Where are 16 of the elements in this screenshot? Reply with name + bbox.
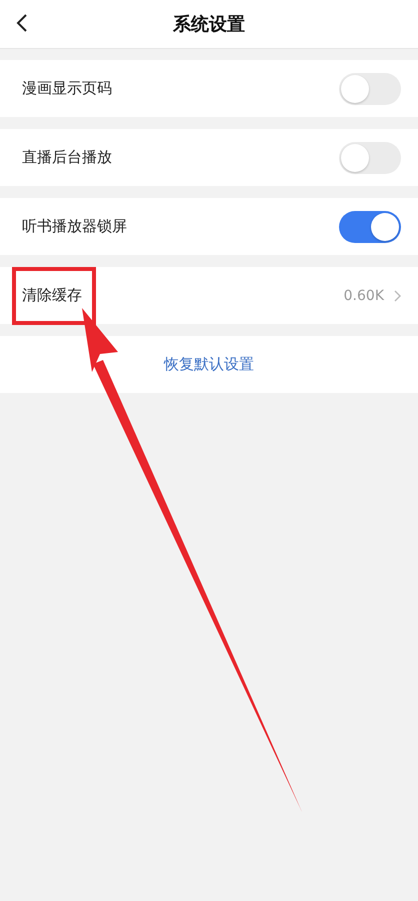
toggle-switch[interactable]: [339, 142, 401, 174]
settings-row[interactable]: 漫画显示页码: [0, 60, 418, 117]
cache-size: 0.60K: [344, 288, 384, 304]
settings-row[interactable]: 清除缓存 0.60K: [0, 267, 418, 324]
toggle-switch[interactable]: [339, 72, 401, 104]
setting-label: 直播后台播放: [22, 148, 113, 167]
toggle-switch[interactable]: [339, 210, 401, 242]
setting-label: 清除缓存: [22, 286, 83, 305]
reset-defaults-link[interactable]: 恢复默认设置: [164, 355, 254, 374]
chevron-right-icon: [394, 290, 401, 302]
settings-row[interactable]: 直播后台播放: [0, 129, 418, 186]
setting-label: 听书播放器锁屏: [22, 217, 128, 236]
setting-label: 漫画显示页码: [22, 79, 113, 98]
back-icon[interactable]: [16, 13, 28, 33]
settings-row[interactable]: 听书播放器锁屏: [0, 198, 418, 255]
page-title: 系统设置: [173, 13, 245, 36]
